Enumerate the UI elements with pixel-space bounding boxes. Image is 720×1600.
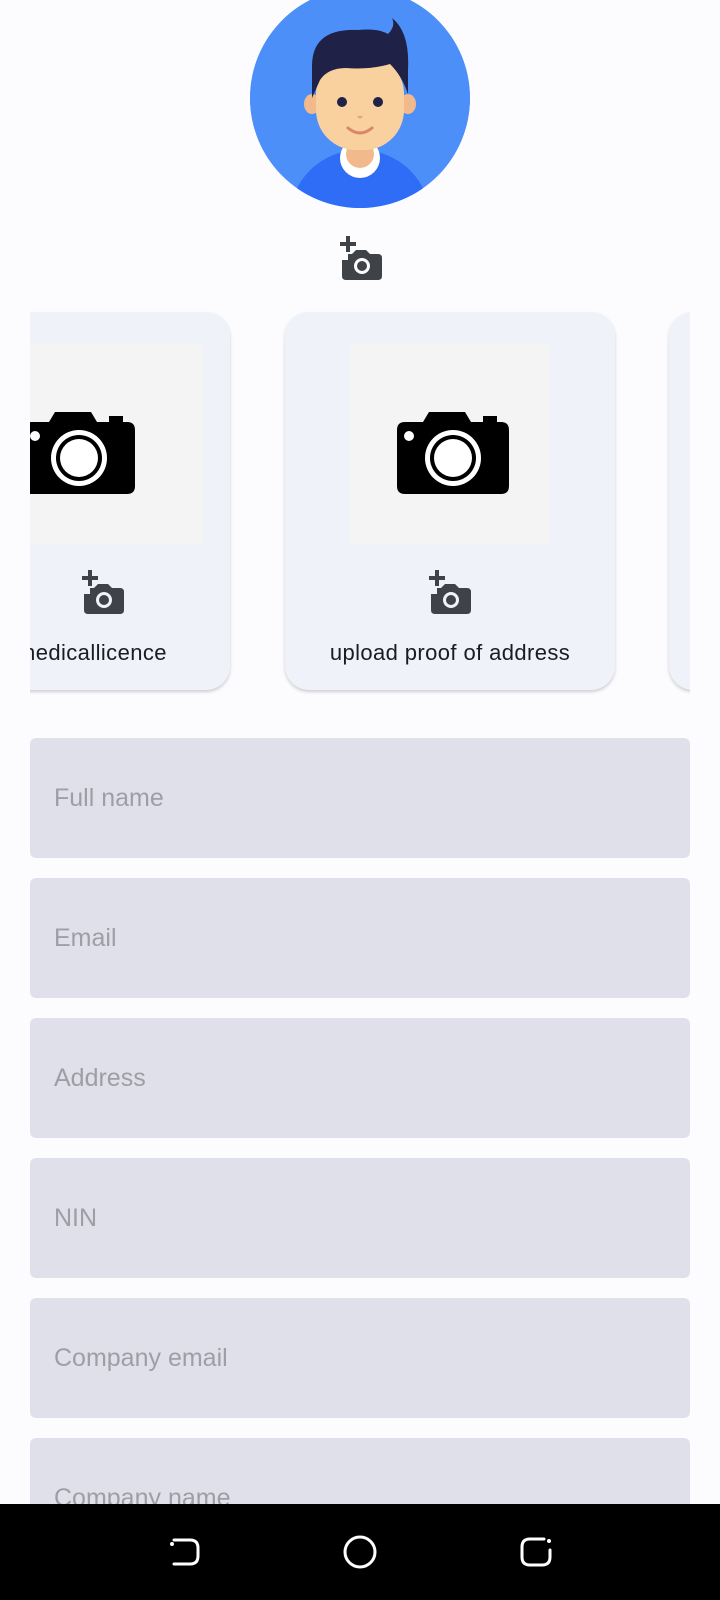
screen: medicallicence upload proof of address [0,0,720,1600]
system-navigation-bar [0,1504,720,1600]
email-input[interactable] [30,878,690,998]
company-email-input[interactable] [30,1298,690,1418]
document-label: upload proof of address [329,640,571,665]
add-a-photo-icon[interactable] [425,568,473,616]
home-icon[interactable] [340,1532,380,1572]
document-card-proof-of-address[interactable]: upload proof of address [285,312,615,690]
back-icon[interactable] [164,1532,204,1572]
recents-icon[interactable] [516,1532,556,1572]
camera-icon [397,412,509,494]
document-card-medical-licence[interactable]: medicallicence [30,312,230,690]
document-label: medicallicence [30,640,167,665]
document-cards-carousel[interactable]: medicallicence upload proof of address [30,300,690,700]
company-email-field[interactable] [30,1298,690,1418]
full-name-input[interactable] [30,738,690,858]
add-a-photo-icon[interactable] [336,234,384,282]
address-input[interactable] [30,1018,690,1138]
add-a-photo-icon[interactable] [78,568,126,616]
document-card-partial[interactable] [669,312,690,690]
address-field[interactable] [30,1018,690,1138]
full-name-field[interactable] [30,738,690,858]
camera-icon [30,412,135,494]
profile-avatar[interactable] [250,0,470,208]
user-avatar-icon [250,0,470,208]
nin-input[interactable] [30,1158,690,1278]
nin-field[interactable] [30,1158,690,1278]
email-field[interactable] [30,878,690,998]
